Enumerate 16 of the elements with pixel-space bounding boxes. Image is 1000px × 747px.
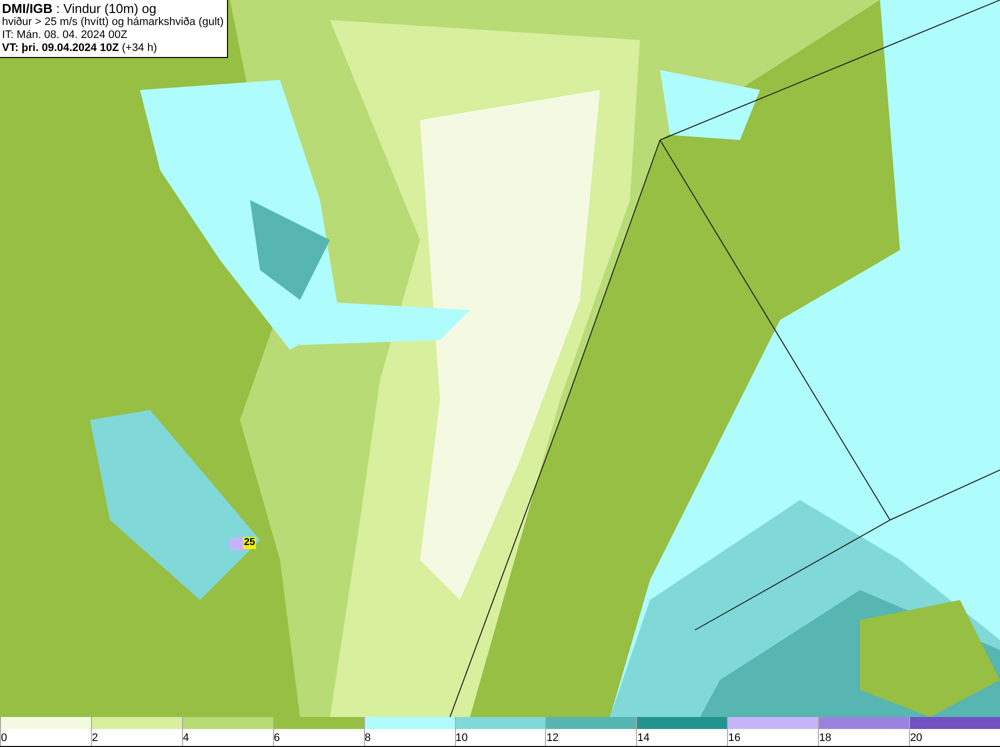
legend-tick: 0 [1, 731, 8, 745]
legend-tick: 12 [546, 731, 559, 745]
legend-tick: 4 [182, 731, 189, 745]
legend-tick: 14 [637, 731, 650, 745]
legend-tick: 6 [274, 731, 280, 745]
info-text: VT: þri. 09.04.2024 10Z (+34 h) [2, 42, 158, 55]
legend-tick: 8 [364, 731, 371, 745]
legend-tick: 16 [728, 731, 740, 745]
legend-tick: 20 [910, 731, 922, 745]
info-text: IT: Mán. 08. 04. 2024 00Z [2, 29, 128, 42]
legend-tick: 18 [819, 731, 832, 745]
info-text: DMI/IGB : Vindur (10m) og [2, 1, 158, 16]
gust-value: 25 [243, 537, 256, 549]
info-text: hviður > 25 m/s (hvítt) og hámarkshviða (gult) [2, 16, 224, 29]
legend-tick: 2 [92, 731, 98, 745]
legend-tick: 10 [456, 731, 468, 745]
